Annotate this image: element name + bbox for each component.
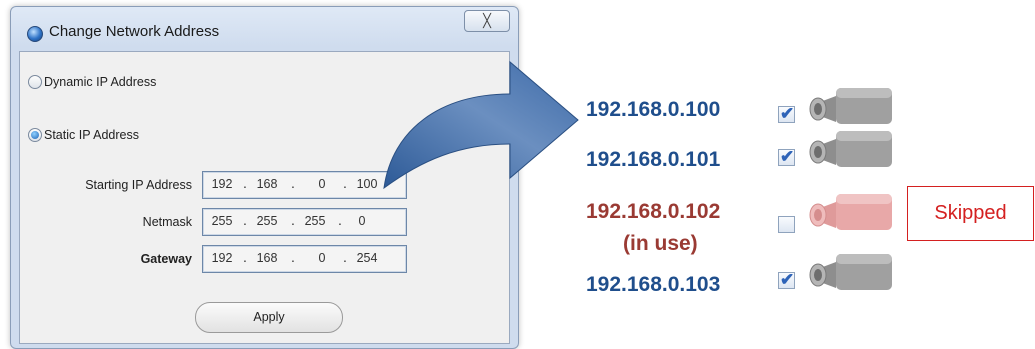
static-ip-label: Static IP Address [44, 128, 139, 142]
dynamic-ip-label: Dynamic IP Address [44, 75, 157, 89]
static-ip-option[interactable]: Static IP Address [28, 128, 139, 142]
starting-ip-label: Starting IP Address [85, 178, 192, 192]
octet: 254 [356, 251, 378, 265]
dynamic-ip-radio[interactable] [28, 75, 42, 89]
octet-separator: . [243, 175, 247, 191]
globe-icon [27, 26, 43, 42]
octet-separator: . [343, 175, 347, 191]
skipped-label: Skipped [907, 186, 1034, 241]
camera-checkbox[interactable]: ✔ [778, 147, 795, 166]
gateway-label: Gateway [140, 252, 192, 266]
checkmark-icon: ✔ [780, 104, 795, 123]
octet-separator: . [343, 249, 347, 265]
octet: 255 [304, 214, 326, 228]
checkmark-icon: ✔ [780, 147, 795, 166]
octet: 168 [256, 177, 278, 191]
octet-separator: . [243, 212, 247, 228]
octet-separator: . [291, 175, 295, 191]
camera-checkbox[interactable]: ✔ [778, 270, 795, 289]
camera-checkbox-unchecked[interactable] [778, 216, 795, 233]
octet: 192 [211, 177, 233, 191]
close-button[interactable]: ╳ [464, 10, 510, 32]
netmask-input[interactable]: 255 . 255 . 255 . 0 [202, 208, 407, 236]
gateway-input[interactable]: 192 . 168 . 0 . 254 [202, 245, 407, 273]
netmask-label: Netmask [142, 215, 192, 229]
dynamic-ip-option[interactable]: Dynamic IP Address [28, 75, 156, 89]
octet: 192 [211, 251, 233, 265]
in-use-note: (in use) [623, 232, 698, 255]
octet-separator: . [291, 212, 295, 228]
camera-icon-in-use [809, 194, 892, 230]
octet: 255 [211, 214, 233, 228]
camera-ip: 192.168.0.100 [586, 98, 721, 121]
octet-separator: . [243, 249, 247, 265]
camera-icon [809, 131, 892, 167]
checkmark-icon: ✔ [780, 270, 795, 289]
octet-separator: . [338, 212, 342, 228]
window-title: Change Network Address [49, 23, 220, 40]
title-bar: Change Network Address ╳ [11, 7, 518, 57]
apply-button[interactable]: Apply [195, 302, 343, 333]
octet: 168 [256, 251, 278, 265]
curved-arrow-icon [383, 60, 579, 190]
octet: 255 [256, 214, 278, 228]
octet: 0 [318, 177, 326, 191]
camera-ip-in-use: 192.168.0.102 [586, 200, 721, 223]
camera-ip: 192.168.0.101 [586, 148, 721, 171]
camera-checkbox[interactable]: ✔ [778, 104, 795, 123]
octet: 0 [318, 251, 326, 265]
camera-ip: 192.168.0.103 [586, 273, 721, 296]
octet: 0 [358, 214, 366, 228]
static-ip-radio[interactable] [28, 128, 42, 142]
octet-separator: . [291, 249, 295, 265]
camera-icon [809, 254, 892, 290]
